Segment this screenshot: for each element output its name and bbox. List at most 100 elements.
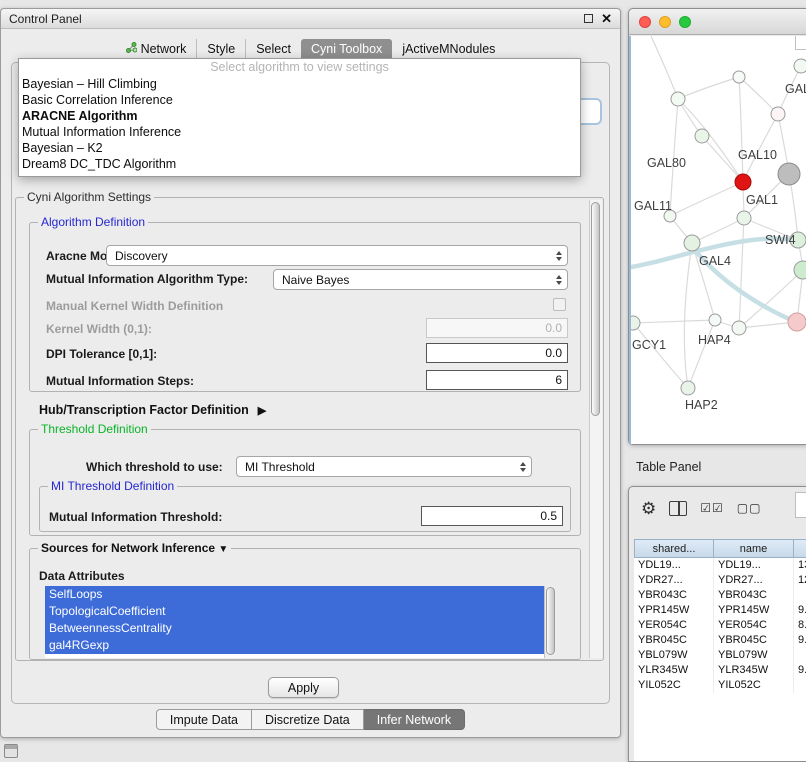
table-row[interactable]: YER054CYER054C8. <box>634 618 806 633</box>
bottom-tab-bar: Impute DataDiscretize DataInfer Network <box>1 709 620 730</box>
network-edge[interactable] <box>678 99 743 182</box>
network-edge[interactable] <box>651 36 678 99</box>
network-edge[interactable] <box>739 77 778 114</box>
dropdown-item-dream8-dc-tdc-algorithm[interactable]: Dream8 DC_TDC Algorithm <box>19 156 580 172</box>
network-edge[interactable] <box>670 182 743 216</box>
network-tab-icon <box>126 42 137 56</box>
network-node[interactable] <box>631 316 640 330</box>
attr-item-gal4rgexp[interactable]: gal4RGexp <box>45 637 544 654</box>
network-canvas[interactable]: GAL7GAL80GAL10GAL11GAL1SWI4GAL4GCY1HAP4H… <box>629 36 806 444</box>
table-cell <box>794 678 806 693</box>
column-header-extra[interactable] <box>794 539 806 558</box>
network-node[interactable] <box>709 314 721 326</box>
kernel-width-field[interactable] <box>426 318 568 338</box>
network-edge[interactable] <box>692 218 744 243</box>
settings-scrollbar-thumb[interactable] <box>591 202 600 416</box>
float-window-icon[interactable] <box>584 14 593 23</box>
which-threshold-select[interactable]: MI Threshold <box>236 456 532 477</box>
select-all-checkboxes-icon[interactable]: ☑☑ <box>700 501 724 515</box>
network-node[interactable] <box>794 59 806 73</box>
table-row[interactable]: YBL079WYBL079W <box>634 648 806 663</box>
table-cell: 12 <box>794 573 806 588</box>
network-node[interactable] <box>695 129 709 143</box>
close-icon[interactable]: ✕ <box>601 12 612 25</box>
network-edge[interactable] <box>633 320 715 323</box>
attr-item-betweennesscentrality[interactable]: BetweennessCentrality <box>45 620 544 637</box>
bottom-tab-infer-network[interactable]: Infer Network <box>364 709 465 730</box>
attr-list-scrollbar[interactable] <box>544 586 557 658</box>
table-header: shared...name <box>634 539 806 558</box>
mi-steps-field[interactable] <box>426 370 568 390</box>
column-header-name[interactable]: name <box>714 539 794 558</box>
dropdown-item-aracne-algorithm[interactable]: ARACNE Algorithm <box>19 108 580 124</box>
minimize-traffic-light-icon[interactable] <box>659 16 671 28</box>
which-threshold-label: Which threshold to use: <box>86 460 223 474</box>
manual-kernel-checkbox[interactable] <box>553 298 566 311</box>
network-edge[interactable] <box>739 218 744 328</box>
apply-button[interactable]: Apply <box>268 677 339 698</box>
threshold-definition-title: Threshold Definition <box>38 422 151 436</box>
close-traffic-light-icon[interactable] <box>639 16 651 28</box>
gear-icon[interactable]: ⚙ <box>641 500 656 517</box>
table-row[interactable]: YDL19...YDL19...13 <box>634 558 806 573</box>
tab-select[interactable]: Select <box>245 39 301 60</box>
tab-jactivemnodules[interactable]: jActiveMNodules <box>392 39 505 60</box>
network-node[interactable] <box>732 321 746 335</box>
mi-type-select[interactable]: Naive Bayes <box>273 269 568 290</box>
table-row[interactable]: YLR345WYLR345W9. <box>634 663 806 678</box>
network-edge[interactable] <box>684 243 692 388</box>
table-row[interactable]: YPR145WYPR145W9. <box>634 603 806 618</box>
tab-cyni-toolbox[interactable]: Cyni Toolbox <box>301 39 392 60</box>
table-row[interactable]: YBR045CYBR045C9. <box>634 633 806 648</box>
network-node[interactable] <box>771 107 785 121</box>
tab-network[interactable]: Network <box>116 39 197 60</box>
dropdown-item-mutual-information-inference[interactable]: Mutual Information Inference <box>19 124 580 140</box>
control-panel-window: Control Panel ✕ NetworkStyleSelectCyni T… <box>0 8 621 738</box>
sources-toggle[interactable]: Sources for Network Inference ▼ <box>38 541 231 555</box>
deselect-all-checkboxes-icon[interactable]: ▢▢ <box>737 501 762 515</box>
zoom-traffic-light-icon[interactable] <box>679 16 691 28</box>
network-node[interactable] <box>681 381 695 395</box>
network-edge[interactable] <box>633 323 688 388</box>
attr-item-topologicalcoefficient[interactable]: TopologicalCoefficient <box>45 603 544 620</box>
column-header-shared[interactable]: shared... <box>634 539 714 558</box>
table-cell: YLR345W <box>634 663 714 678</box>
network-edge[interactable] <box>739 77 743 182</box>
network-node[interactable] <box>788 313 806 331</box>
network-node[interactable] <box>735 174 751 190</box>
network-node-label: GAL80 <box>647 156 686 170</box>
dock-panel-icon[interactable] <box>4 744 18 758</box>
aracne-mode-select[interactable]: Discovery <box>106 245 568 266</box>
control-panel-titlebar: Control Panel ✕ <box>1 9 620 29</box>
tab-style[interactable]: Style <box>196 39 245 60</box>
network-node[interactable] <box>737 211 751 225</box>
network-edge[interactable] <box>688 320 715 388</box>
bottom-tab-impute-data[interactable]: Impute Data <box>156 709 252 730</box>
network-node[interactable] <box>684 235 700 251</box>
data-attributes-list: SelfLoopsTopologicalCoefficientBetweenne… <box>45 586 557 658</box>
network-node-label: SWI4 <box>765 233 796 247</box>
dropdown-item-bayesian-hill-climbing[interactable]: Bayesian – Hill Climbing <box>19 76 580 92</box>
dpi-tolerance-field[interactable] <box>426 343 568 363</box>
table-row[interactable]: YDR27...YDR27...12 <box>634 573 806 588</box>
network-node[interactable] <box>733 71 745 83</box>
network-scroll-corner <box>795 36 806 50</box>
columns-icon[interactable] <box>669 501 687 516</box>
mi-threshold-field[interactable] <box>421 506 563 526</box>
bottom-tab-discretize-data[interactable]: Discretize Data <box>252 709 364 730</box>
attr-item-selfloops[interactable]: SelfLoops <box>45 586 544 603</box>
network-node[interactable] <box>671 92 685 106</box>
dropdown-item-bayesian-k2[interactable]: Bayesian – K2 <box>19 140 580 156</box>
settings-scrollbar[interactable] <box>589 200 602 658</box>
dropdown-item-basic-correlation-inference[interactable]: Basic Correlation Inference <box>19 92 580 108</box>
network-edge[interactable] <box>678 77 739 99</box>
table-row[interactable]: YBR043CYBR043C <box>634 588 806 603</box>
table-cell <box>794 588 806 603</box>
network-edge[interactable] <box>702 136 743 182</box>
network-canvas-svg[interactable]: GAL7GAL80GAL10GAL11GAL1SWI4GAL4GCY1HAP4H… <box>631 36 806 446</box>
attr-list-scrollbar-thumb[interactable] <box>546 587 555 655</box>
hub-definition-toggle[interactable]: Hub/Transcription Factor Definition ▶ <box>39 403 266 417</box>
table-row[interactable]: YIL052CYIL052C <box>634 678 806 693</box>
network-node[interactable] <box>778 163 800 185</box>
dropdown-items: Bayesian – Hill ClimbingBasic Correlatio… <box>19 76 580 172</box>
